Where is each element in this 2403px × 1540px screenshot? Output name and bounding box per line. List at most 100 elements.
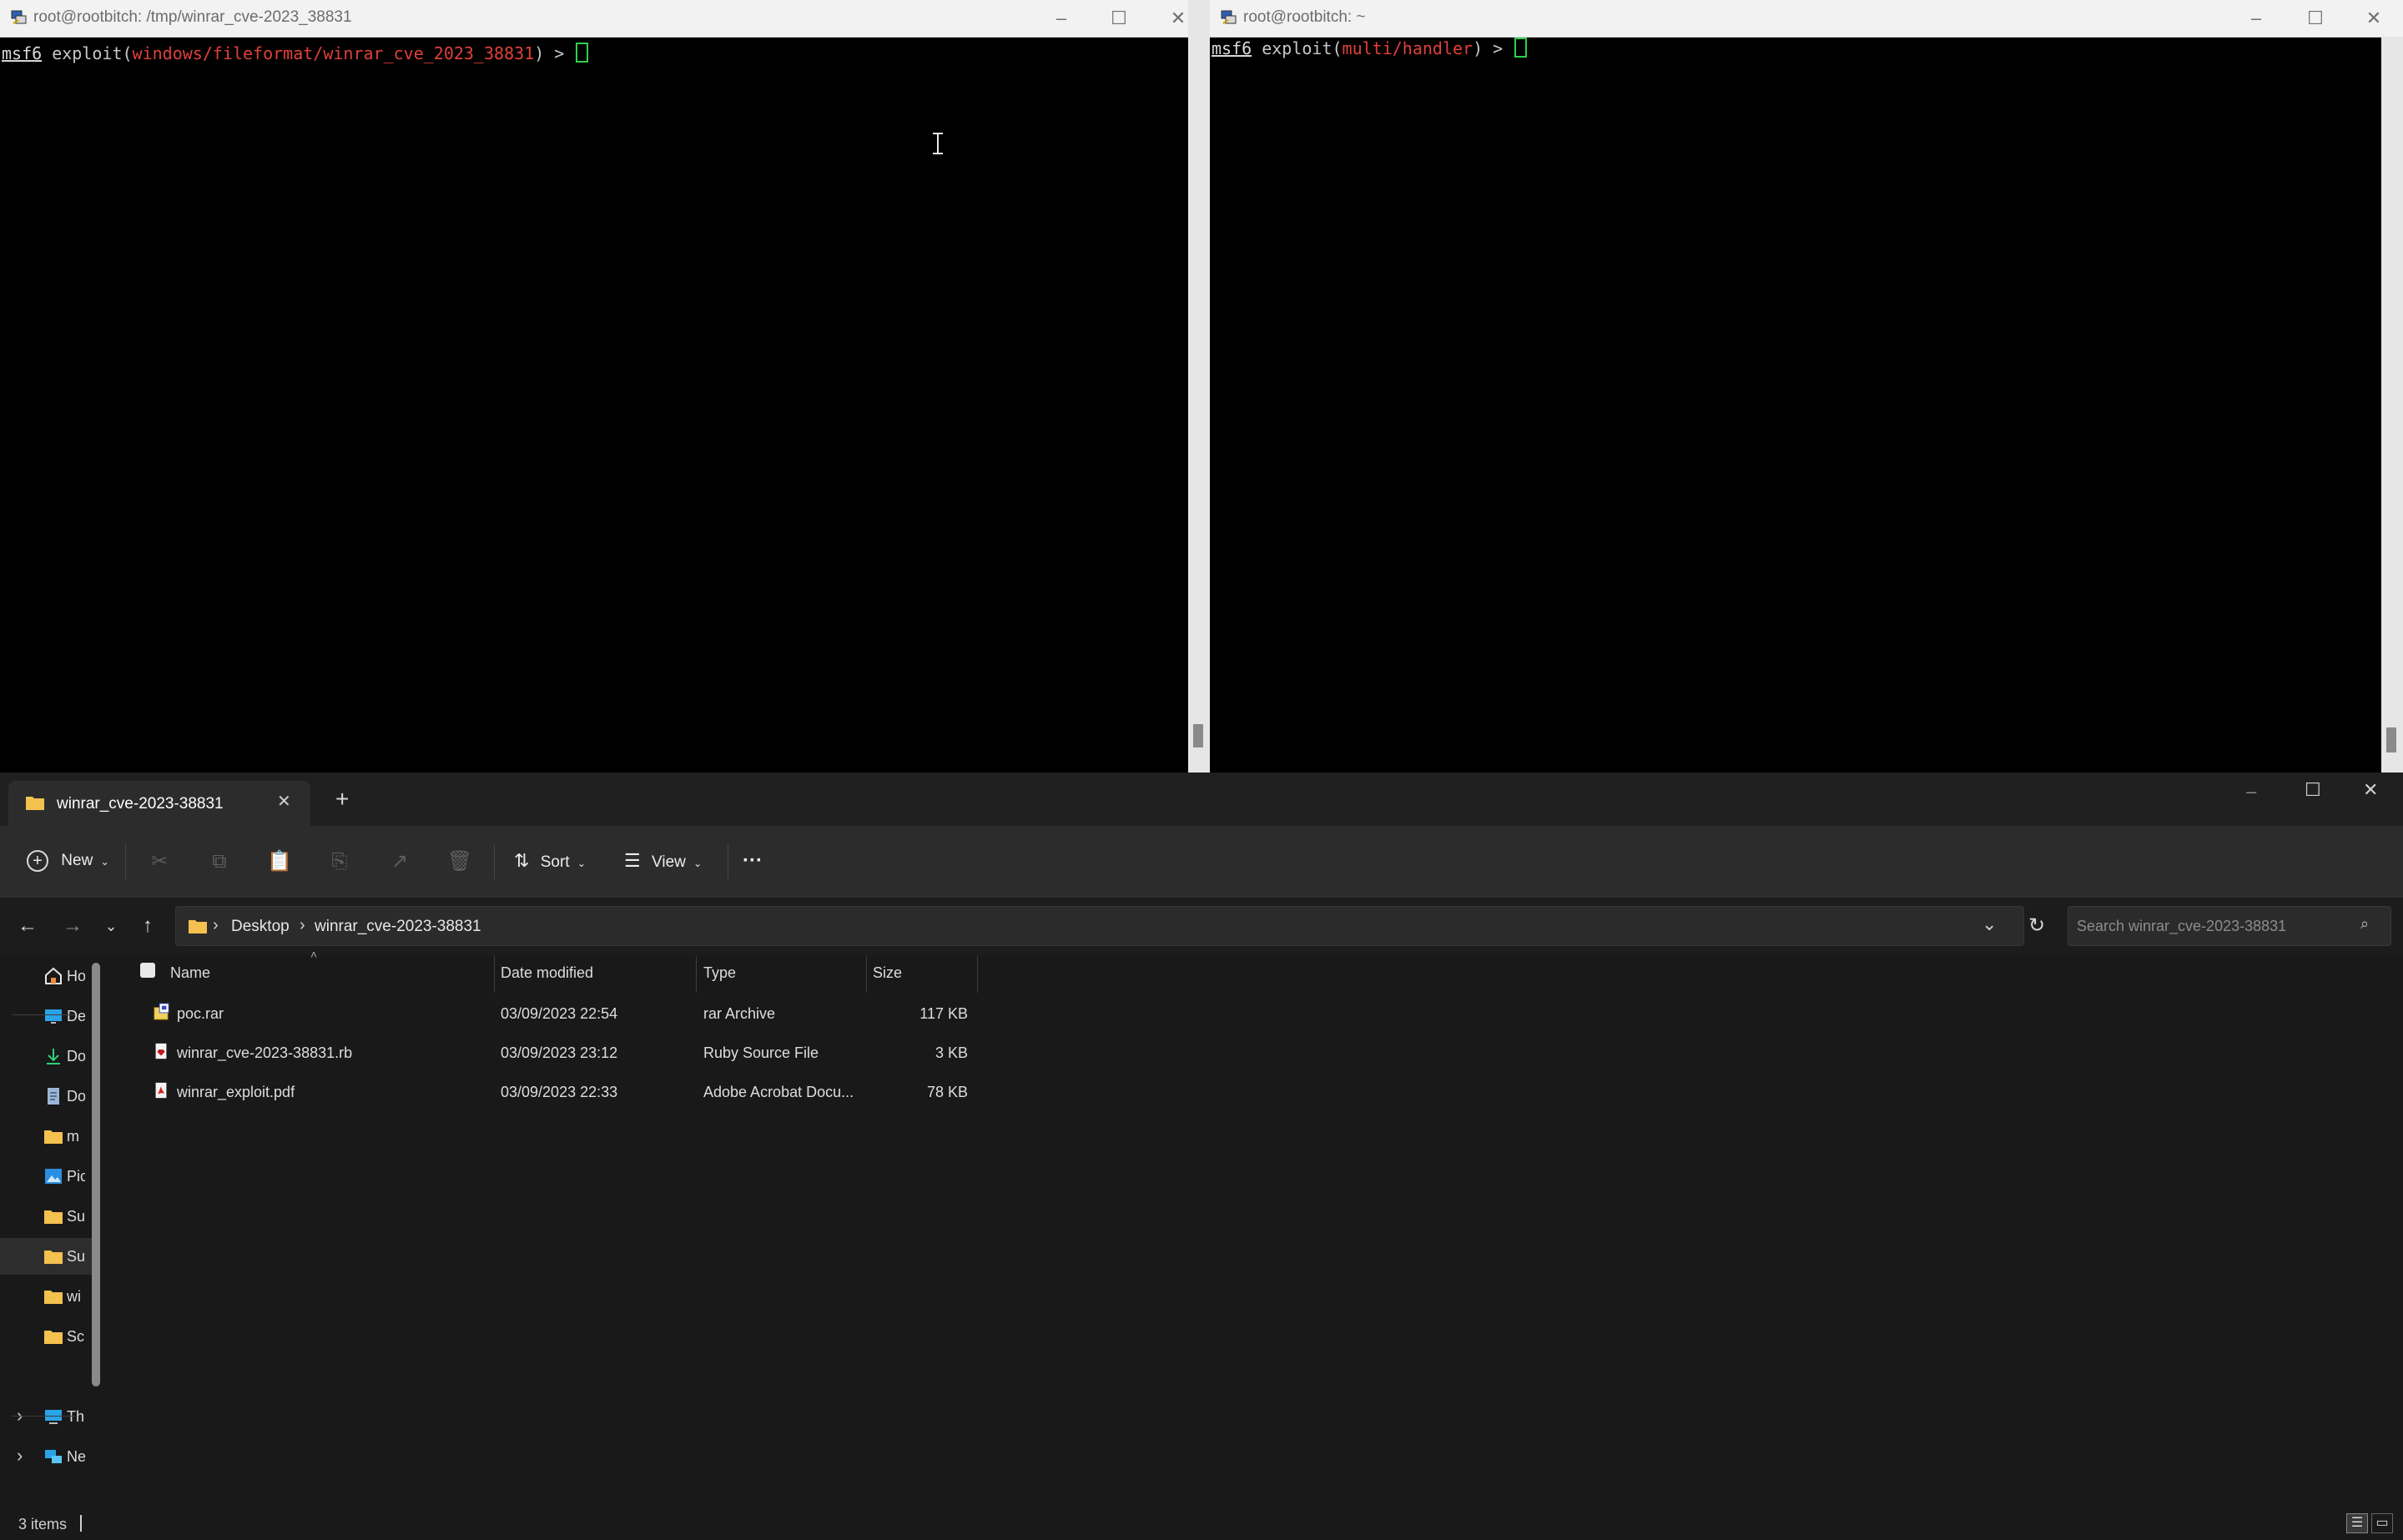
file-date-modified: 03/09/2023 22:54 [501,1005,618,1022]
this-pc-icon [45,1410,62,1424]
nav-item[interactable]: Sc [0,1318,92,1355]
terminal-output-right[interactable]: msf6 exploit(multi/handler) > [1210,38,2403,773]
file-explorer-window[interactable]: winrar_cve-2023-38831 ✕ + – ☐ ✕ + New ⌄ … [0,773,2403,1540]
terminal-scroll-track-left[interactable] [1188,0,1210,773]
refresh-icon[interactable]: ↻ [2023,909,2051,943]
file-row[interactable]: poc.rar 03/09/2023 22:54 rar Archive 117 KB [142,994,976,1033]
close-icon[interactable]: ✕ [2363,779,2378,801]
nav-item[interactable]: Su [0,1198,92,1235]
terminal-titlebar-right[interactable]: root@rootbitch: ~ – ☐ ✕ [1210,0,2403,38]
maximize-icon[interactable]: ☐ [1104,5,1134,32]
toolbar-divider [125,844,126,879]
chevron-down-icon: ⌄ [100,856,109,868]
msf-prompt: msf6 [2,43,43,63]
paste-icon[interactable]: 📋 [265,848,294,876]
nav-item-label: Sc [67,1328,85,1345]
recent-chevron-icon[interactable]: ⌄ [97,909,125,943]
nav-item[interactable]: › Ne [0,1438,92,1475]
view-button[interactable]: ☰ View ⌄ [624,843,716,879]
tab-title: winrar_cve-2023-38831 [57,795,224,813]
file-type: Adobe Acrobat Docu... [703,1084,854,1100]
nav-item-label: De [67,1008,85,1024]
maximize-icon[interactable]: ☐ [2300,5,2330,32]
msf-prompt: msf6 [1212,38,1252,58]
file-row[interactable]: winrar_exploit.pdf 03/09/2023 22:33 Adobe … [142,1073,976,1111]
delete-icon[interactable]: 🗑 [446,848,474,876]
select-all-checkbox[interactable] [140,963,155,978]
toolbar-divider [494,844,495,879]
back-icon[interactable]: ← [13,909,42,943]
breadcrumb-separator: › [213,916,219,934]
nav-item[interactable]: De [0,998,92,1034]
pdf-file-icon [155,1082,167,1099]
column-type[interactable]: Type [703,964,736,982]
up-icon[interactable]: ↑ [134,909,162,943]
more-options-icon[interactable]: ··· [743,843,763,879]
terminal-window-right[interactable]: root@rootbitch: ~ – ☐ ✕ msf6 exploit(mul… [1210,0,2403,773]
nav-item[interactable]: ›Th [0,1398,92,1435]
documents-icon [48,1088,59,1105]
file-name: winrar_cve-2023-38831.rb [177,1044,353,1061]
nav-item-label: Ho [67,968,85,984]
column-divider[interactable] [866,956,867,993]
view-icon: ☰ [624,850,641,871]
nav-item[interactable]: Su [0,1238,92,1275]
nav-item-label: Do [67,1088,85,1105]
column-date-modified[interactable]: Date modified [501,964,593,982]
folder-icon [189,920,207,934]
home-icon [45,967,62,984]
folder-icon [44,1251,63,1264]
nav-item[interactable]: Pic [0,1158,92,1195]
terminal-output-left[interactable]: msf6 exploit(windows/fileformat/winrar_c… [0,38,1188,773]
cut-icon[interactable]: ✂ [145,848,174,876]
tab-close-icon[interactable]: ✕ [277,791,291,812]
terminal-scroll-track-right[interactable] [2381,37,2403,773]
explorer-tab[interactable]: winrar_cve-2023-38831 ✕ [8,781,310,826]
share-icon[interactable]: ↗ [385,848,414,876]
terminal-scroll-thumb-right[interactable] [2386,727,2396,752]
column-size[interactable]: Size [873,964,902,982]
minimize-icon[interactable]: – [2246,781,2256,803]
breadcrumb-separator: › [300,916,305,934]
sort-button[interactable]: ⇅ Sort ⌄ [514,843,597,879]
terminal-titlebar-left[interactable]: root@rootbitch: /tmp/winrar_cve-2023_388… [0,0,1188,38]
breadcrumb-desktop[interactable]: Desktop [231,918,290,936]
close-icon[interactable]: ✕ [2359,5,2389,32]
column-divider[interactable] [977,956,978,993]
new-button[interactable]: + New ⌄ [27,843,110,879]
breadcrumb-folder[interactable]: winrar_cve-2023-38831 [315,918,481,936]
nav-item[interactable]: Ho [0,958,92,994]
terminal-title-left: root@rootbitch: /tmp/winrar_cve-2023_388… [33,8,352,26]
nav-item[interactable]: Do [0,1038,92,1074]
status-item-count: 3 items [18,1516,68,1532]
rar-archive-icon [154,1003,169,1020]
minimize-icon[interactable]: – [2241,5,2271,32]
nav-item[interactable]: Do [0,1078,92,1115]
address-dropdown-icon[interactable]: ⌄ [1982,913,1997,935]
search-input[interactable]: Search winrar_cve-2023-38831 ⌕ [2068,906,2391,946]
column-name[interactable]: Name [170,964,210,982]
forward-icon[interactable]: → [58,909,87,943]
explorer-toolbar: + New ⌄ ✂ ⧉ 📋 ⎘ ↗ 🗑 ⇅ Sort ⌄ ☰ View ⌄ ··… [0,826,2403,898]
file-name: poc.rar [177,1005,224,1022]
column-divider[interactable] [696,956,697,993]
file-date-modified: 03/09/2023 22:33 [501,1084,618,1100]
maximize-icon[interactable]: ☐ [2305,779,2321,801]
nav-scrollbar[interactable] [92,963,100,1387]
new-tab-icon[interactable]: + [335,786,349,813]
rename-icon[interactable]: ⎘ [325,848,354,876]
address-bar[interactable]: › Desktop › winrar_cve-2023-38831 ⌄ [175,906,2024,946]
folder-icon [44,1331,63,1344]
tiles-view-icon[interactable]: ▭ [2371,1513,2393,1533]
minimize-icon[interactable]: – [1046,5,1076,32]
details-view-icon[interactable]: ☰ [2346,1513,2368,1533]
copy-icon[interactable]: ⧉ [205,848,234,876]
column-divider[interactable] [494,956,495,993]
nav-item[interactable]: wi [0,1278,92,1315]
terminal-scroll-thumb-left[interactable] [1193,724,1203,747]
nav-item[interactable]: m [0,1118,92,1155]
chevron-right-icon[interactable]: › [17,1445,23,1467]
file-row[interactable]: winrar_cve-2023-38831.rb 03/09/2023 23:12… [142,1034,976,1072]
terminal-window-left[interactable]: root@rootbitch: /tmp/winrar_cve-2023_388… [0,0,1201,773]
nav-item-label: wi [67,1288,81,1305]
